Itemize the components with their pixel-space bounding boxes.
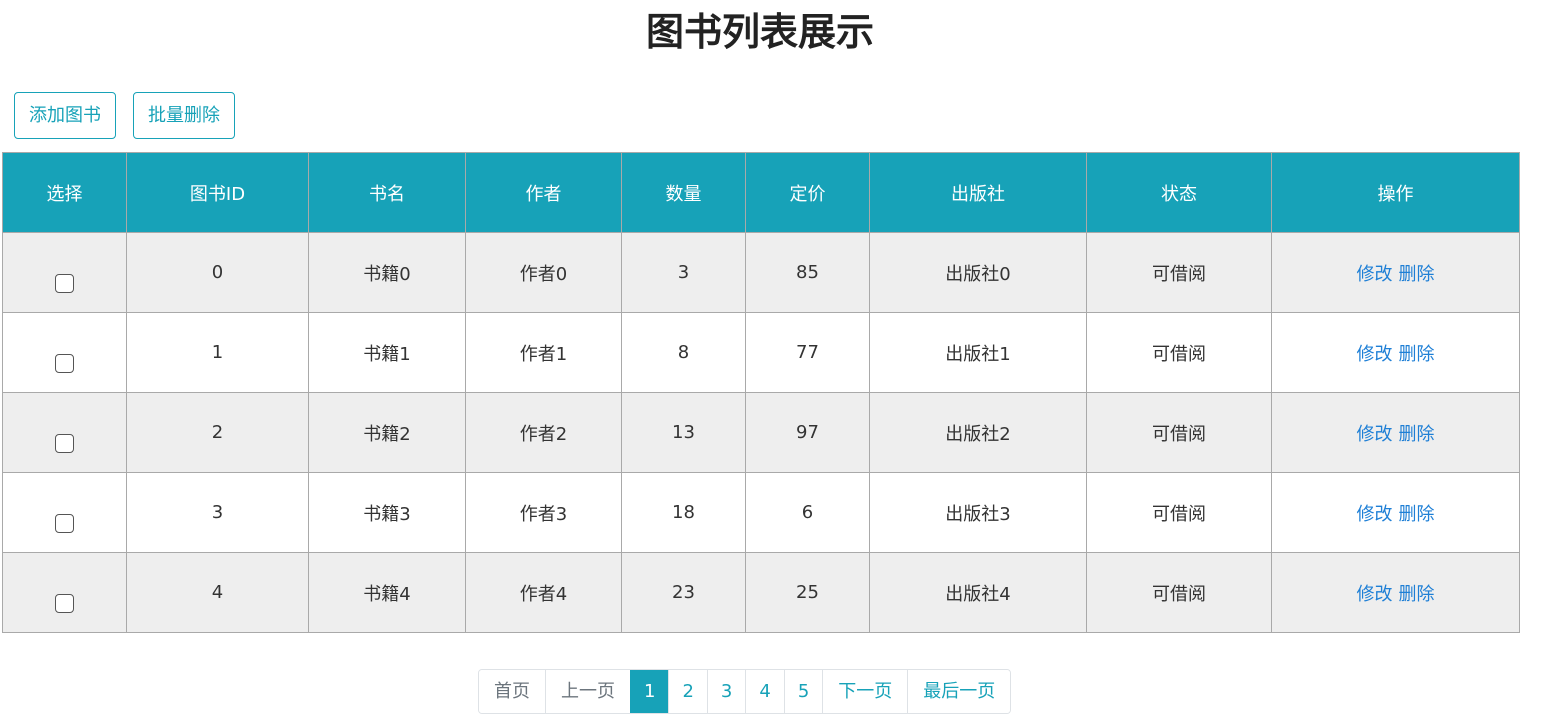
edit-link[interactable]: 修改	[1357, 584, 1393, 605]
book-name-cell: 书籍3	[308, 472, 466, 553]
actions-cell: 修改 删除	[1271, 472, 1520, 553]
book-name-cell: 书籍0	[308, 232, 466, 313]
delete-link[interactable]: 删除	[1399, 344, 1435, 365]
book-table: 选择 图书ID 书名 作者 数量 定价 出版社 状态 操作 0 书籍0 作者0 …	[2, 152, 1520, 633]
select-cell	[2, 392, 127, 473]
table-row: 4 书籍4 作者4 23 25 出版社4 可借阅 修改 删除	[2, 552, 1520, 633]
book-id-cell: 4	[126, 552, 309, 633]
select-cell	[2, 312, 127, 393]
add-book-button[interactable]: 添加图书	[14, 92, 116, 139]
table-row: 0 书籍0 作者0 3 85 出版社0 可借阅 修改 删除	[2, 232, 1520, 313]
actions-cell: 修改 删除	[1271, 392, 1520, 473]
price-cell: 77	[745, 312, 870, 393]
status-cell: 可借阅	[1086, 312, 1272, 393]
actions-cell: 修改 删除	[1271, 312, 1520, 393]
status-cell: 可借阅	[1086, 472, 1272, 553]
page-number-3[interactable]: 3	[706, 670, 746, 713]
page-number-1[interactable]: 1	[630, 670, 669, 713]
page-title: 图书列表展示	[645, 10, 874, 54]
header-price: 定价	[745, 152, 870, 233]
price-cell: 6	[745, 472, 870, 553]
row-checkbox[interactable]	[55, 594, 74, 613]
header-publisher: 出版社	[869, 152, 1087, 233]
status-cell: 可借阅	[1086, 232, 1272, 313]
status-cell: 可借阅	[1086, 392, 1272, 473]
count-cell: 3	[621, 232, 746, 313]
delete-link[interactable]: 删除	[1399, 504, 1435, 525]
header-book-id: 图书ID	[126, 152, 309, 233]
publisher-cell: 出版社3	[869, 472, 1087, 553]
select-cell	[2, 552, 127, 633]
page-number-5[interactable]: 5	[783, 670, 823, 713]
page-first[interactable]: 首页	[479, 670, 545, 713]
page-next[interactable]: 下一页	[822, 670, 908, 713]
select-cell	[2, 232, 127, 313]
book-name-cell: 书籍4	[308, 552, 466, 633]
edit-link[interactable]: 修改	[1357, 264, 1393, 285]
author-cell: 作者2	[465, 392, 622, 473]
author-cell: 作者4	[465, 552, 622, 633]
publisher-cell: 出版社2	[869, 392, 1087, 473]
actions-cell: 修改 删除	[1271, 232, 1520, 313]
pagination: 首页 上一页 1 2 3 4 5 下一页 最后一页	[478, 669, 1012, 714]
book-name-cell: 书籍1	[308, 312, 466, 393]
publisher-cell: 出版社1	[869, 312, 1087, 393]
header-count: 数量	[621, 152, 746, 233]
price-cell: 97	[745, 392, 870, 473]
select-cell	[2, 472, 127, 553]
count-cell: 8	[621, 312, 746, 393]
edit-link[interactable]: 修改	[1357, 424, 1393, 445]
count-cell: 13	[621, 392, 746, 473]
delete-link[interactable]: 删除	[1399, 424, 1435, 445]
delete-link[interactable]: 删除	[1399, 584, 1435, 605]
book-id-cell: 1	[126, 312, 309, 393]
actions-cell: 修改 删除	[1271, 552, 1520, 633]
page-number-4[interactable]: 4	[745, 670, 784, 713]
header-status: 状态	[1086, 152, 1272, 233]
book-id-cell: 2	[126, 392, 309, 473]
publisher-cell: 出版社4	[869, 552, 1087, 633]
page: 图书列表展示 添加图书 批量删除 选择 图书ID 书名 作者 数量 定价 出版社	[0, 0, 1544, 727]
book-id-cell: 3	[126, 472, 309, 553]
delete-link[interactable]: 删除	[1399, 264, 1435, 285]
row-checkbox[interactable]	[55, 514, 74, 533]
row-checkbox[interactable]	[55, 354, 74, 373]
table-header-row: 选择 图书ID 书名 作者 数量 定价 出版社 状态 操作	[2, 152, 1520, 233]
header-select: 选择	[2, 152, 127, 233]
author-cell: 作者3	[465, 472, 622, 553]
publisher-cell: 出版社0	[869, 232, 1087, 313]
book-name-cell: 书籍2	[308, 392, 466, 473]
edit-link[interactable]: 修改	[1357, 504, 1393, 525]
count-cell: 18	[621, 472, 746, 553]
status-cell: 可借阅	[1086, 552, 1272, 633]
table-row: 3 书籍3 作者3 18 6 出版社3 可借阅 修改 删除	[2, 472, 1520, 553]
page-number-2[interactable]: 2	[668, 670, 707, 713]
table-row: 2 书籍2 作者2 13 97 出版社2 可借阅 修改 删除	[2, 392, 1520, 473]
batch-delete-button[interactable]: 批量删除	[133, 92, 235, 139]
count-cell: 23	[621, 552, 746, 633]
page-last[interactable]: 最后一页	[907, 670, 1011, 713]
header-book-name: 书名	[308, 152, 466, 233]
author-cell: 作者1	[465, 312, 622, 393]
header-actions: 操作	[1271, 152, 1520, 233]
row-checkbox[interactable]	[55, 434, 74, 453]
header-author: 作者	[465, 152, 622, 233]
book-id-cell: 0	[126, 232, 309, 313]
price-cell: 25	[745, 552, 870, 633]
edit-link[interactable]: 修改	[1357, 344, 1393, 365]
table-row: 1 书籍1 作者1 8 77 出版社1 可借阅 修改 删除	[2, 312, 1520, 393]
row-checkbox[interactable]	[55, 274, 74, 293]
author-cell: 作者0	[465, 232, 622, 313]
page-prev[interactable]: 上一页	[545, 670, 630, 713]
toolbar: 添加图书 批量删除	[14, 92, 235, 139]
price-cell: 85	[745, 232, 870, 313]
